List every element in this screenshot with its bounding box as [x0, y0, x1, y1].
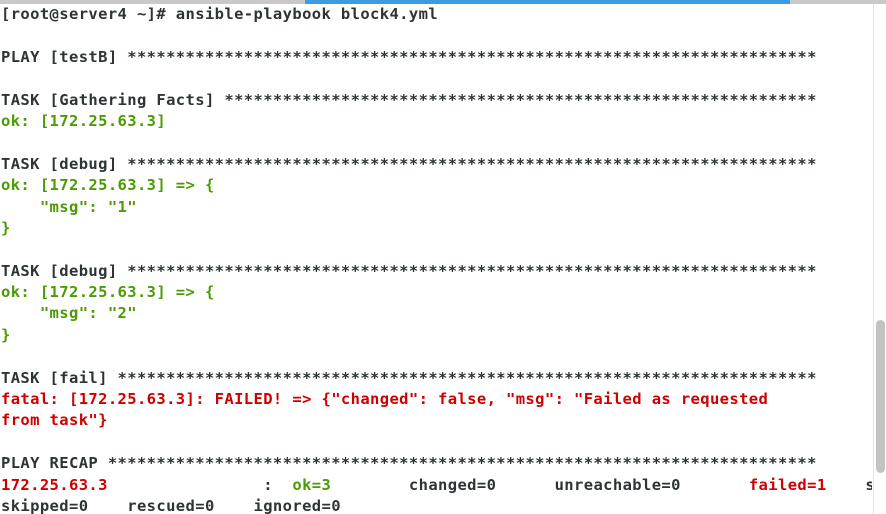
- line-ok-gather: ok: [172.25.63.3]: [1, 111, 167, 130]
- terminal-window: [root@server4 ~]# ansible-playbook block…: [0, 0, 886, 514]
- line-blank-2: [0, 68, 872, 89]
- line-task-debug-1: TASK [debug] ***************************…: [1, 154, 817, 173]
- line-blank-1: [0, 25, 872, 46]
- line-task-gather: TASK [Gathering Facts] *****************…: [1, 90, 817, 109]
- recap-stat-3: failed=1: [748, 475, 866, 494]
- recap-host-line: 172.25.63.3 : ok=3 changed=0 unreachable…: [0, 475, 872, 496]
- line-blank-3: [0, 132, 872, 153]
- recap-clipped-line: skipped=0 rescued=0 ignored=0: [1, 496, 341, 514]
- line-blank-6: [0, 432, 872, 453]
- line-task-fail: TASK [fail] ****************************…: [1, 368, 817, 387]
- line-task-debug-2: TASK [debug] ***************************…: [1, 261, 817, 280]
- recap-stat-0: ok=3: [292, 475, 409, 494]
- line-play-testb: PLAY [testB] ***************************…: [1, 47, 817, 66]
- scrollbar-thumb[interactable]: [876, 320, 885, 474]
- vertical-scrollbar[interactable]: [873, 4, 886, 514]
- recap-host: 172.25.63.3: [1, 475, 264, 494]
- line-ok-debug-1: ok: [172.25.63.3] => {: [1, 176, 215, 195]
- recap-stat-1: changed=0: [408, 475, 555, 494]
- terminal-output[interactable]: [root@server4 ~]# ansible-playbook block…: [0, 4, 872, 514]
- line-close-1: }: [1, 218, 11, 237]
- recap-stat-2: unreachable=0: [554, 475, 749, 494]
- line-play-recap: PLAY RECAP *****************************…: [1, 454, 817, 473]
- line-blank-5: [0, 346, 872, 367]
- recap-separator: :: [263, 475, 293, 494]
- line-close-2: }: [1, 325, 11, 344]
- line-fatal-2: from task"}: [1, 411, 108, 430]
- line-ok-debug-2: ok: [172.25.63.3] => {: [1, 283, 215, 302]
- recap-stat-4: s: [865, 475, 872, 494]
- line-prompt: [root@server4 ~]# ansible-playbook block…: [1, 5, 439, 23]
- line-msg-1: "msg": "1": [1, 197, 137, 216]
- line-fatal-1: fatal: [172.25.63.3]: FAILED! => {"chang…: [1, 390, 769, 409]
- line-blank-4: [0, 239, 872, 260]
- line-msg-2: "msg": "2": [1, 304, 137, 323]
